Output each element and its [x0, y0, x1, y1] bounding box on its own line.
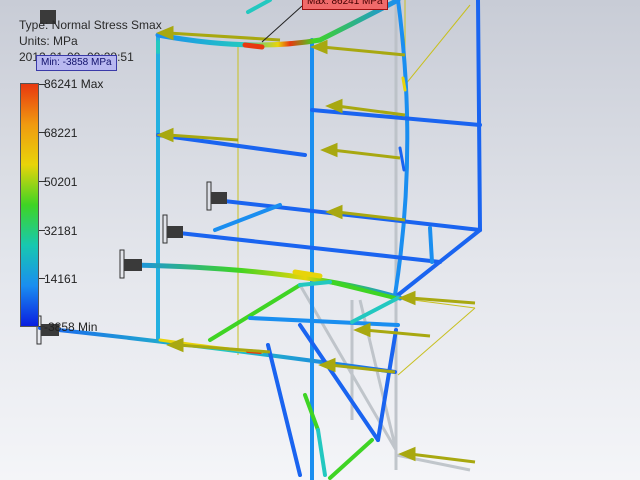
3d-viewport[interactable]: Type: Normal Stress Smax Units: MPa 2012…: [0, 0, 640, 480]
max-value-callout[interactable]: Max: 86241 MPa: [302, 0, 388, 10]
constraint-marker: [119, 249, 142, 279]
result-type-label: Type: Normal Stress Smax: [19, 18, 162, 32]
min-value-callout[interactable]: Min: -3858 MPa: [36, 55, 117, 71]
constraint-marker: [206, 181, 227, 211]
load-arrows: [156, 25, 476, 464]
legend-label: 50201: [44, 175, 78, 189]
legend-label: 14161: [44, 272, 78, 286]
max-callout-leader: [261, 5, 303, 43]
legend-color-bar: [20, 83, 39, 327]
frame-members: [38, 0, 482, 480]
stress-model-view[interactable]: [0, 0, 640, 480]
legend-label-max: 86241 Max: [44, 77, 104, 91]
result-units-label: Units: MPa: [19, 34, 78, 48]
constraint-marker: [162, 214, 183, 244]
legend-label-min: -3858 Min: [44, 320, 98, 334]
legend-label: 68221: [44, 126, 78, 140]
legend-label: 32181: [44, 224, 78, 238]
